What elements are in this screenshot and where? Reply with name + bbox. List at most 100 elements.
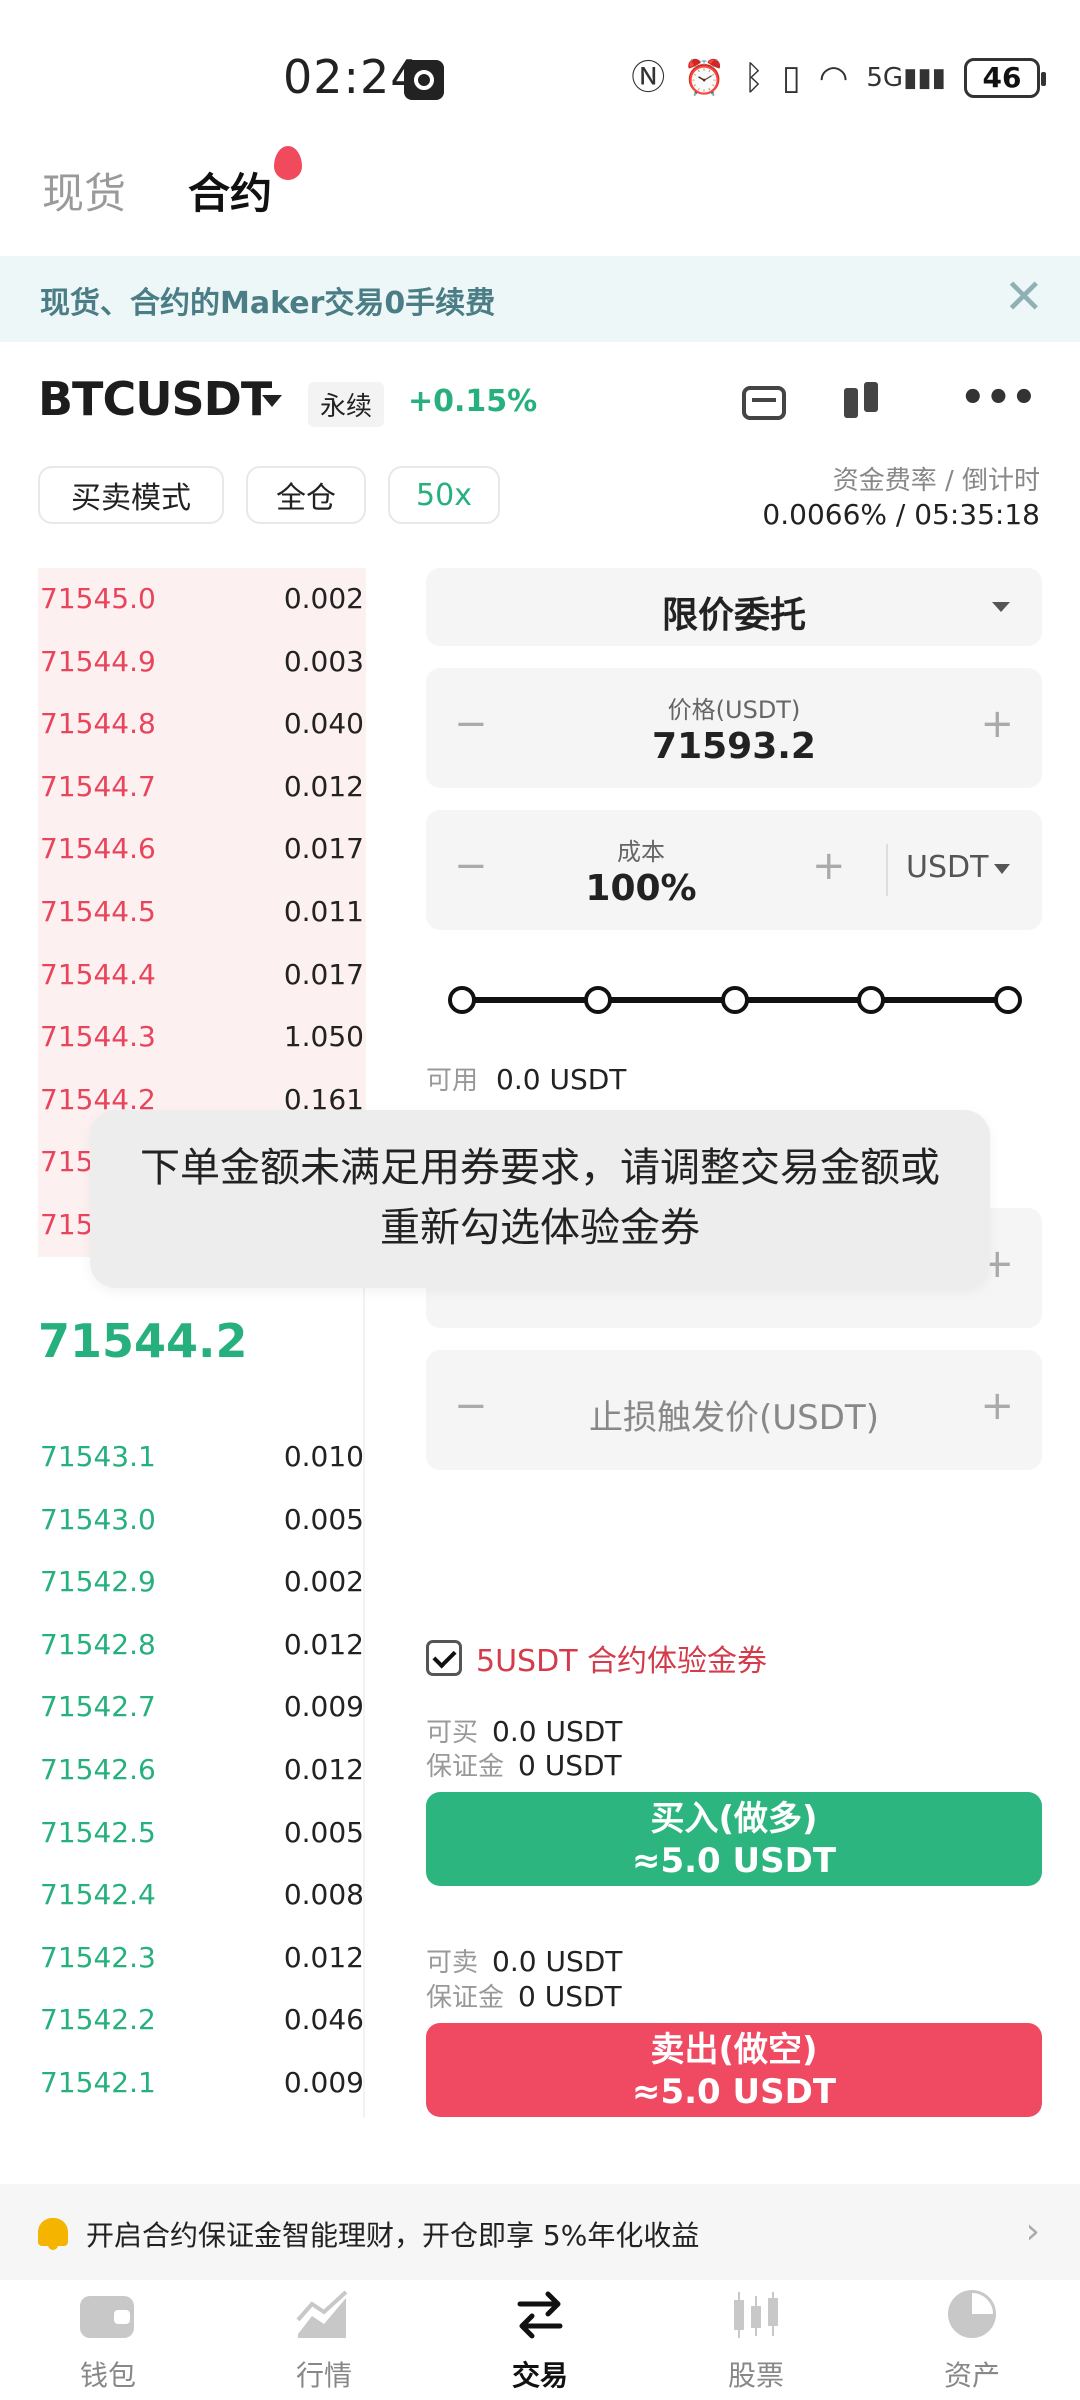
nav-stocks-label: 股票 <box>727 2359 784 2392</box>
bid-row[interactable]: 71542.1 0.009 <box>38 2052 366 2115</box>
cost-plus-button[interactable]: + <box>812 846 846 886</box>
ask-price: 71544.7 <box>40 769 156 803</box>
slider-stop-75[interactable] <box>857 986 885 1014</box>
network-type: 5G <box>866 63 904 93</box>
symbol-dropdown-icon[interactable] <box>262 395 282 407</box>
chevron-down-icon <box>992 602 1010 612</box>
slider-stop-50[interactable] <box>721 986 749 1014</box>
ask-price: 71544.9 <box>40 644 156 678</box>
ask-row[interactable]: 71544.4 0.017 <box>38 943 366 1007</box>
sl-plus-button[interactable]: + <box>980 1386 1014 1426</box>
slider-stop-100[interactable] <box>994 986 1022 1014</box>
candlestick-chart-icon[interactable] <box>838 378 888 428</box>
ask-qty: 1.050 <box>283 1020 364 1054</box>
promo-strip[interactable]: 开启合约保证金智能理财，开仓即享 5%年化收益 › <box>0 2184 1080 2280</box>
can-buy-value: 0.0 USDT <box>492 1715 623 1748</box>
more-icon[interactable]: ••• <box>960 378 1037 428</box>
nav-stocks[interactable]: 股票 <box>648 2280 864 2400</box>
stop-loss-input[interactable]: − 止损触发价(USDT) + <box>426 1350 1042 1470</box>
bid-qty: 0.046 <box>283 2003 364 2037</box>
bid-row[interactable]: 71542.9 0.002 <box>38 1551 366 1614</box>
bid-row[interactable]: 71542.6 0.012 <box>38 1739 366 1802</box>
alarm-icon: ⏰ <box>683 58 726 98</box>
last-price[interactable]: 71544.2 <box>38 1314 248 1368</box>
bell-icon <box>38 2218 68 2250</box>
bid-price: 71543.0 <box>40 1502 156 1536</box>
price-plus-button[interactable]: + <box>980 704 1014 744</box>
ask-price: 71545.0 <box>40 582 156 615</box>
ask-row[interactable]: 71544.8 0.040 <box>38 693 366 756</box>
ask-price: 715 <box>40 1207 94 1241</box>
bid-price: 71542.7 <box>40 1690 156 1724</box>
coupon-checkbox[interactable] <box>426 1640 462 1676</box>
tab-futures[interactable]: 合约 <box>188 146 303 221</box>
coupon-ticket-icon[interactable] <box>740 378 790 428</box>
nav-wallet[interactable]: 钱包 <box>0 2280 216 2400</box>
slider-stop-0[interactable] <box>448 986 476 1014</box>
available-value: 0.0 USDT <box>496 1063 627 1096</box>
sell-short-button[interactable]: 卖出(做空) ≈5.0 USDT <box>426 2023 1042 2117</box>
ask-qty: 0.017 <box>283 832 364 866</box>
slider-stop-25[interactable] <box>584 986 612 1014</box>
price-value[interactable]: 71593.2 <box>426 726 1042 767</box>
trade-mode-button[interactable]: 买卖模式 <box>38 466 224 524</box>
bid-qty: 0.009 <box>283 1690 364 1724</box>
bid-price: 71542.4 <box>40 1878 156 1912</box>
leverage-button[interactable]: 50x <box>388 466 500 524</box>
order-type-select[interactable]: 限价委托 <box>426 568 1042 646</box>
app-notification-icon <box>404 60 444 100</box>
nav-trade-label: 交易 <box>511 2359 568 2392</box>
margin-mode-button[interactable]: 全仓 <box>246 466 366 524</box>
bid-qty: 0.005 <box>283 1815 364 1849</box>
ask-row[interactable]: 71544.7 0.012 <box>38 755 366 819</box>
ask-qty: 0.017 <box>283 957 364 991</box>
amount-slider[interactable] <box>448 984 1022 1016</box>
bid-row[interactable]: 71543.1 0.010 <box>38 1426 366 1489</box>
vibrate-icon: ▯ <box>781 58 801 98</box>
bid-row[interactable]: 71542.4 0.008 <box>38 1864 366 1927</box>
bid-price: 71542.9 <box>40 1565 156 1599</box>
bid-row[interactable]: 71542.7 0.009 <box>38 1676 366 1739</box>
bid-qty: 0.010 <box>283 1440 364 1473</box>
nav-trade[interactable]: 交易 <box>432 2280 648 2400</box>
signal-icon: 5G▮▮▮ <box>866 63 946 93</box>
chevron-right-icon: › <box>1025 2211 1040 2252</box>
bottom-nav: 钱包 行情 交易 股票 资产 <box>0 2280 1080 2400</box>
cost-input[interactable]: − 成本 100% + USDT <box>426 810 1042 930</box>
nav-assets[interactable]: 资产 <box>864 2280 1080 2400</box>
bid-row[interactable]: 71542.2 0.046 <box>38 1989 366 2052</box>
symbol-name[interactable]: BTCUSDT <box>38 372 272 426</box>
bid-qty: 0.002 <box>283 1565 364 1599</box>
close-icon[interactable]: ✕ <box>1004 272 1044 322</box>
cost-unit-select[interactable]: USDT <box>906 850 988 885</box>
price-input[interactable]: − 价格(USDT) 71593.2 + <box>426 668 1042 788</box>
tab-spot[interactable]: 现货 <box>42 160 126 221</box>
buy-button-amount: ≈5.0 USDT <box>631 1841 837 1881</box>
ask-price: 715 <box>40 1145 94 1179</box>
bid-qty: 0.012 <box>283 1940 364 1974</box>
ask-row[interactable]: 71545.0 0.002 <box>38 568 366 631</box>
ask-row[interactable]: 71544.3 1.050 <box>38 1006 366 1069</box>
wifi-icon: ◠ <box>818 58 849 98</box>
sell-button-amount: ≈5.0 USDT <box>631 2072 837 2112</box>
nav-assets-label: 资产 <box>943 2359 1000 2392</box>
bid-row[interactable]: 71542.3 0.012 <box>38 1927 366 1990</box>
chevron-down-icon <box>994 864 1010 874</box>
sell-margin-line: 保证金 0 USDT <box>426 1977 622 2014</box>
ask-row[interactable]: 71544.5 0.011 <box>38 880 366 944</box>
ask-row[interactable]: 71544.6 0.017 <box>38 818 366 881</box>
trade-icon <box>512 2290 568 2340</box>
ask-price: 71544.4 <box>40 957 156 991</box>
ask-price: 71544.5 <box>40 894 156 928</box>
sell-margin-label: 保证金 <box>426 1983 505 2013</box>
bid-row[interactable]: 71542.5 0.005 <box>38 1802 366 1865</box>
coupon-toggle[interactable]: 5USDT 合约体验金券 <box>426 1636 767 1680</box>
bid-price: 71542.3 <box>40 1940 156 1974</box>
coupon-label: 5USDT 合约体验金券 <box>476 1644 768 1679</box>
bid-row[interactable]: 71543.0 0.005 <box>38 1489 366 1552</box>
bid-row[interactable]: 71542.8 0.012 <box>38 1614 366 1677</box>
nav-market[interactable]: 行情 <box>216 2280 432 2400</box>
ask-row[interactable]: 71544.9 0.003 <box>38 630 366 694</box>
buy-long-button[interactable]: 买入(做多) ≈5.0 USDT <box>426 1792 1042 1886</box>
cost-value[interactable]: 100% <box>426 868 856 909</box>
